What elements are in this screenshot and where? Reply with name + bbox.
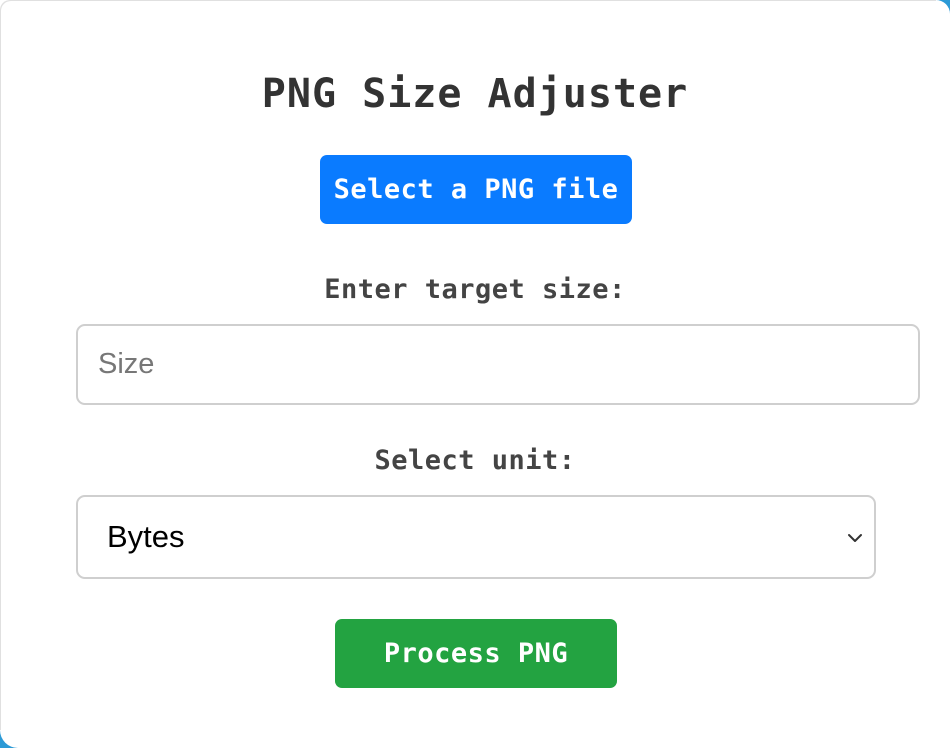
select-png-file-button[interactable]: Select a PNG file bbox=[320, 155, 632, 224]
page-title: PNG Size Adjuster bbox=[261, 71, 689, 117]
window-corner-top-right bbox=[936, 0, 950, 14]
target-size-label: Enter target size: bbox=[324, 274, 626, 305]
unit-selected-value: Bytes bbox=[107, 519, 185, 554]
app-window: PNG Size Adjuster Select a PNG file Ente… bbox=[0, 0, 950, 748]
unit-label: Select unit: bbox=[374, 445, 576, 476]
process-png-button[interactable]: Process PNG bbox=[335, 619, 617, 688]
unit-select[interactable]: Bytes bbox=[76, 495, 876, 579]
chevron-down-icon bbox=[844, 527, 866, 549]
target-size-input[interactable] bbox=[76, 324, 920, 405]
window-corner-bottom-left bbox=[0, 730, 18, 748]
